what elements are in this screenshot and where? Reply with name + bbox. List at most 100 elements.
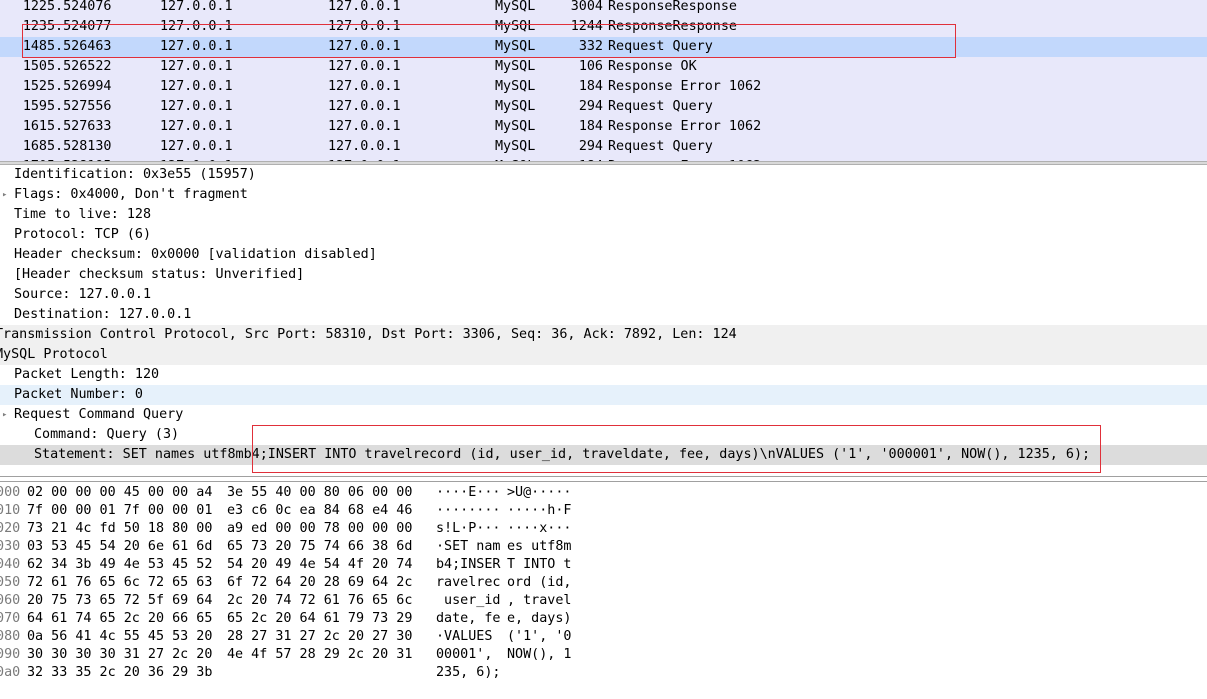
detail-tree-item[interactable]: Time to live: 128 (0, 205, 1207, 225)
packet-bytes-pane[interactable]: 0000 02 00 00 00 45 00 00 a4 3e 55 40 00 8… (0, 482, 1207, 699)
byte-row[interactable]: 0010 7f 00 00 01 7f 00 00 01 e3 c6 0c ea 8… (0, 502, 1207, 520)
hex-bytes: 65 73 20 75 74 66 38 6d (227, 539, 413, 554)
packet-info: Request Query (608, 39, 713, 54)
byte-offset: 0010 (0, 503, 21, 518)
packet-length: 3004 (570, 0, 603, 14)
expand-arrow-icon[interactable]: ▸ (2, 405, 7, 425)
hex-bytes: 65 2c 20 64 61 79 73 29 (227, 611, 413, 626)
byte-row[interactable]: 0000 02 00 00 00 45 00 00 a4 3e 55 40 00 8… (0, 484, 1207, 502)
detail-tree-item[interactable]: Destination: 127.0.0.1 (0, 305, 1207, 325)
hex-bytes: 32 33 35 2c 20 36 29 3b (27, 665, 213, 680)
packet-destination: 127.0.0.1 (328, 39, 401, 54)
packet-protocol: MySQL (495, 139, 536, 154)
detail-tree-item[interactable]: MySQL Protocol (0, 345, 1207, 365)
hex-bytes: 03 53 45 54 20 6e 61 6d (27, 539, 213, 554)
packet-row[interactable]: 168 5.528130 127.0.0.1 127.0.0.1 MySQL 294 Req… (0, 137, 1207, 157)
detail-tree-item[interactable]: [Header checksum status: Unverified] (0, 265, 1207, 285)
packet-row[interactable]: 148 5.526463 127.0.0.1 127.0.0.1 MySQL 332 Req… (0, 37, 1207, 57)
packet-number: 152 (22, 79, 47, 94)
packet-length: 184 (578, 119, 603, 134)
hex-bytes: 30 30 30 30 31 27 2c 20 (27, 647, 213, 662)
detail-tree-item[interactable]: ▸ Request Command Query (0, 405, 1207, 425)
packet-destination: 127.0.0.1 (328, 99, 401, 114)
expand-arrow-icon[interactable]: ▸ (2, 185, 7, 205)
byte-offset: 0090 (0, 647, 21, 662)
ascii-bytes: ravelrec (436, 575, 501, 590)
packet-row[interactable]: 150 5.526522 127.0.0.1 127.0.0.1 MySQL 106 Res… (0, 57, 1207, 77)
byte-row[interactable]: 0020 73 21 4c fd 50 18 80 00 a9 ed 00 00 7… (0, 520, 1207, 538)
packet-row[interactable]: 152 5.526994 127.0.0.1 127.0.0.1 MySQL 184 Res… (0, 77, 1207, 97)
packet-list[interactable]: 122 5.524076 127.0.0.1 127.0.0.1 MySQL 3004 Re… (0, 0, 1207, 161)
detail-tree-item[interactable]: Packet Number: 0 (0, 385, 1207, 405)
byte-row[interactable]: 0040 62 34 3b 49 4e 53 45 52 54 20 49 4e 5… (0, 556, 1207, 574)
packet-source: 127.0.0.1 (160, 19, 233, 34)
packet-protocol: MySQL (495, 19, 536, 34)
packet-row[interactable]: 122 5.524076 127.0.0.1 127.0.0.1 MySQL 3004 Re… (0, 0, 1207, 17)
detail-tree-item[interactable]: Packet Length: 120 (0, 365, 1207, 385)
packet-source: 127.0.0.1 (160, 59, 233, 74)
packet-number: 148 (22, 39, 47, 54)
byte-offset: 0070 (0, 611, 21, 626)
byte-row[interactable]: 0080 0a 56 41 4c 55 45 53 20 28 27 31 27 2… (0, 628, 1207, 646)
ascii-bytes: e, days) (507, 611, 572, 626)
packet-time: 5.527633 (47, 119, 112, 134)
detail-tree-item[interactable]: Statement: SET names utf8mb4;INSERT INTO… (0, 445, 1207, 465)
detail-tree-item[interactable]: Protocol: TCP (6) (0, 225, 1207, 245)
byte-offset: 0040 (0, 557, 21, 572)
packet-number: 150 (22, 59, 47, 74)
detail-tree-label: Protocol: TCP (6) (14, 227, 152, 242)
byte-row[interactable]: 0050 72 61 76 65 6c 72 65 63 6f 72 64 20 2… (0, 574, 1207, 592)
detail-tree-item[interactable]: Identification: 0x3e55 (15957) (0, 165, 1207, 185)
ascii-bytes: NOW(), 1 (507, 647, 572, 662)
ascii-bytes: b4;INSER (436, 557, 501, 572)
ascii-bytes: 235, 6); (436, 665, 501, 680)
detail-tree-label: Packet Length: 120 (14, 367, 160, 382)
packet-info: Request Query (608, 99, 713, 114)
hex-bytes: e3 c6 0c ea 84 68 e4 46 (227, 503, 413, 518)
hex-bytes: 7f 00 00 01 7f 00 00 01 (27, 503, 213, 518)
ascii-bytes: ·VALUES (436, 629, 501, 644)
detail-tree-item[interactable]: Transmission Control Protocol, Src Port:… (0, 325, 1207, 345)
byte-row[interactable]: 0090 30 30 30 30 31 27 2c 20 4e 4f 57 28 2… (0, 646, 1207, 664)
packet-row[interactable]: 123 5.524077 127.0.0.1 127.0.0.1 MySQL 1244 Re… (0, 17, 1207, 37)
packet-protocol: MySQL (495, 0, 536, 14)
packet-row[interactable]: 159 5.527556 127.0.0.1 127.0.0.1 MySQL 294 Req… (0, 97, 1207, 117)
packet-length: 294 (578, 139, 603, 154)
packet-row[interactable]: 161 5.527633 127.0.0.1 127.0.0.1 MySQL 184 Res… (0, 117, 1207, 137)
ascii-bytes: T INTO t (507, 557, 572, 572)
hex-bytes: 20 75 73 65 72 5f 69 64 (27, 593, 213, 608)
packet-info: Response Error 1062 (608, 119, 762, 134)
packet-destination: 127.0.0.1 (328, 59, 401, 74)
hex-bytes: 72 61 76 65 6c 72 65 63 (27, 575, 213, 590)
byte-offset: 0000 (0, 485, 21, 500)
packet-destination: 127.0.0.1 (328, 0, 401, 14)
ascii-bytes: >U@····· (507, 485, 572, 500)
packet-time: 5.526522 (47, 59, 112, 74)
byte-row[interactable]: 00a0 32 33 35 2c 20 36 29 3b 235, 6); (0, 664, 1207, 682)
detail-tree-item[interactable]: Command: Query (3) (0, 425, 1207, 445)
packet-length: 184 (578, 79, 603, 94)
byte-row[interactable]: 0060 20 75 73 65 72 5f 69 64 2c 20 74 72 6… (0, 592, 1207, 610)
byte-offset: 0060 (0, 593, 21, 608)
packet-time: 5.524077 (47, 19, 112, 34)
ascii-bytes: ········ (436, 503, 501, 518)
packet-time: 5.528130 (47, 139, 112, 154)
ascii-bytes: ('1', '0 (507, 629, 572, 644)
detail-tree-item[interactable]: Header checksum: 0x0000 [validation disa… (0, 245, 1207, 265)
hex-bytes: 73 21 4c fd 50 18 80 00 (27, 521, 213, 536)
detail-tree-label: Time to live: 128 (14, 207, 152, 222)
detail-tree-item[interactable]: ▸ Flags: 0x4000, Don't fragment (0, 185, 1207, 205)
packet-length: 294 (578, 99, 603, 114)
packet-time: 5.526463 (47, 39, 112, 54)
packet-details-tree[interactable]: Identification: 0x3e55 (15957) ▸ Flags: 0x… (0, 165, 1207, 476)
detail-tree-item[interactable]: Source: 127.0.0.1 (0, 285, 1207, 305)
packet-info: Response OK (608, 59, 697, 74)
byte-row[interactable]: 0070 64 61 74 65 2c 20 66 65 65 2c 20 64 6… (0, 610, 1207, 628)
detail-tree-label: [Header checksum status: Unverified] (14, 267, 305, 282)
ascii-bytes: ····E··· (436, 485, 501, 500)
detail-tree-label: Header checksum: 0x0000 [validation disa… (14, 247, 377, 262)
packet-length: 106 (578, 59, 603, 74)
detail-tree-label: Identification: 0x3e55 (15957) (14, 167, 256, 182)
byte-row[interactable]: 0030 03 53 45 54 20 6e 61 6d 65 73 20 75 7… (0, 538, 1207, 556)
packet-time: 5.524076 (47, 0, 112, 14)
